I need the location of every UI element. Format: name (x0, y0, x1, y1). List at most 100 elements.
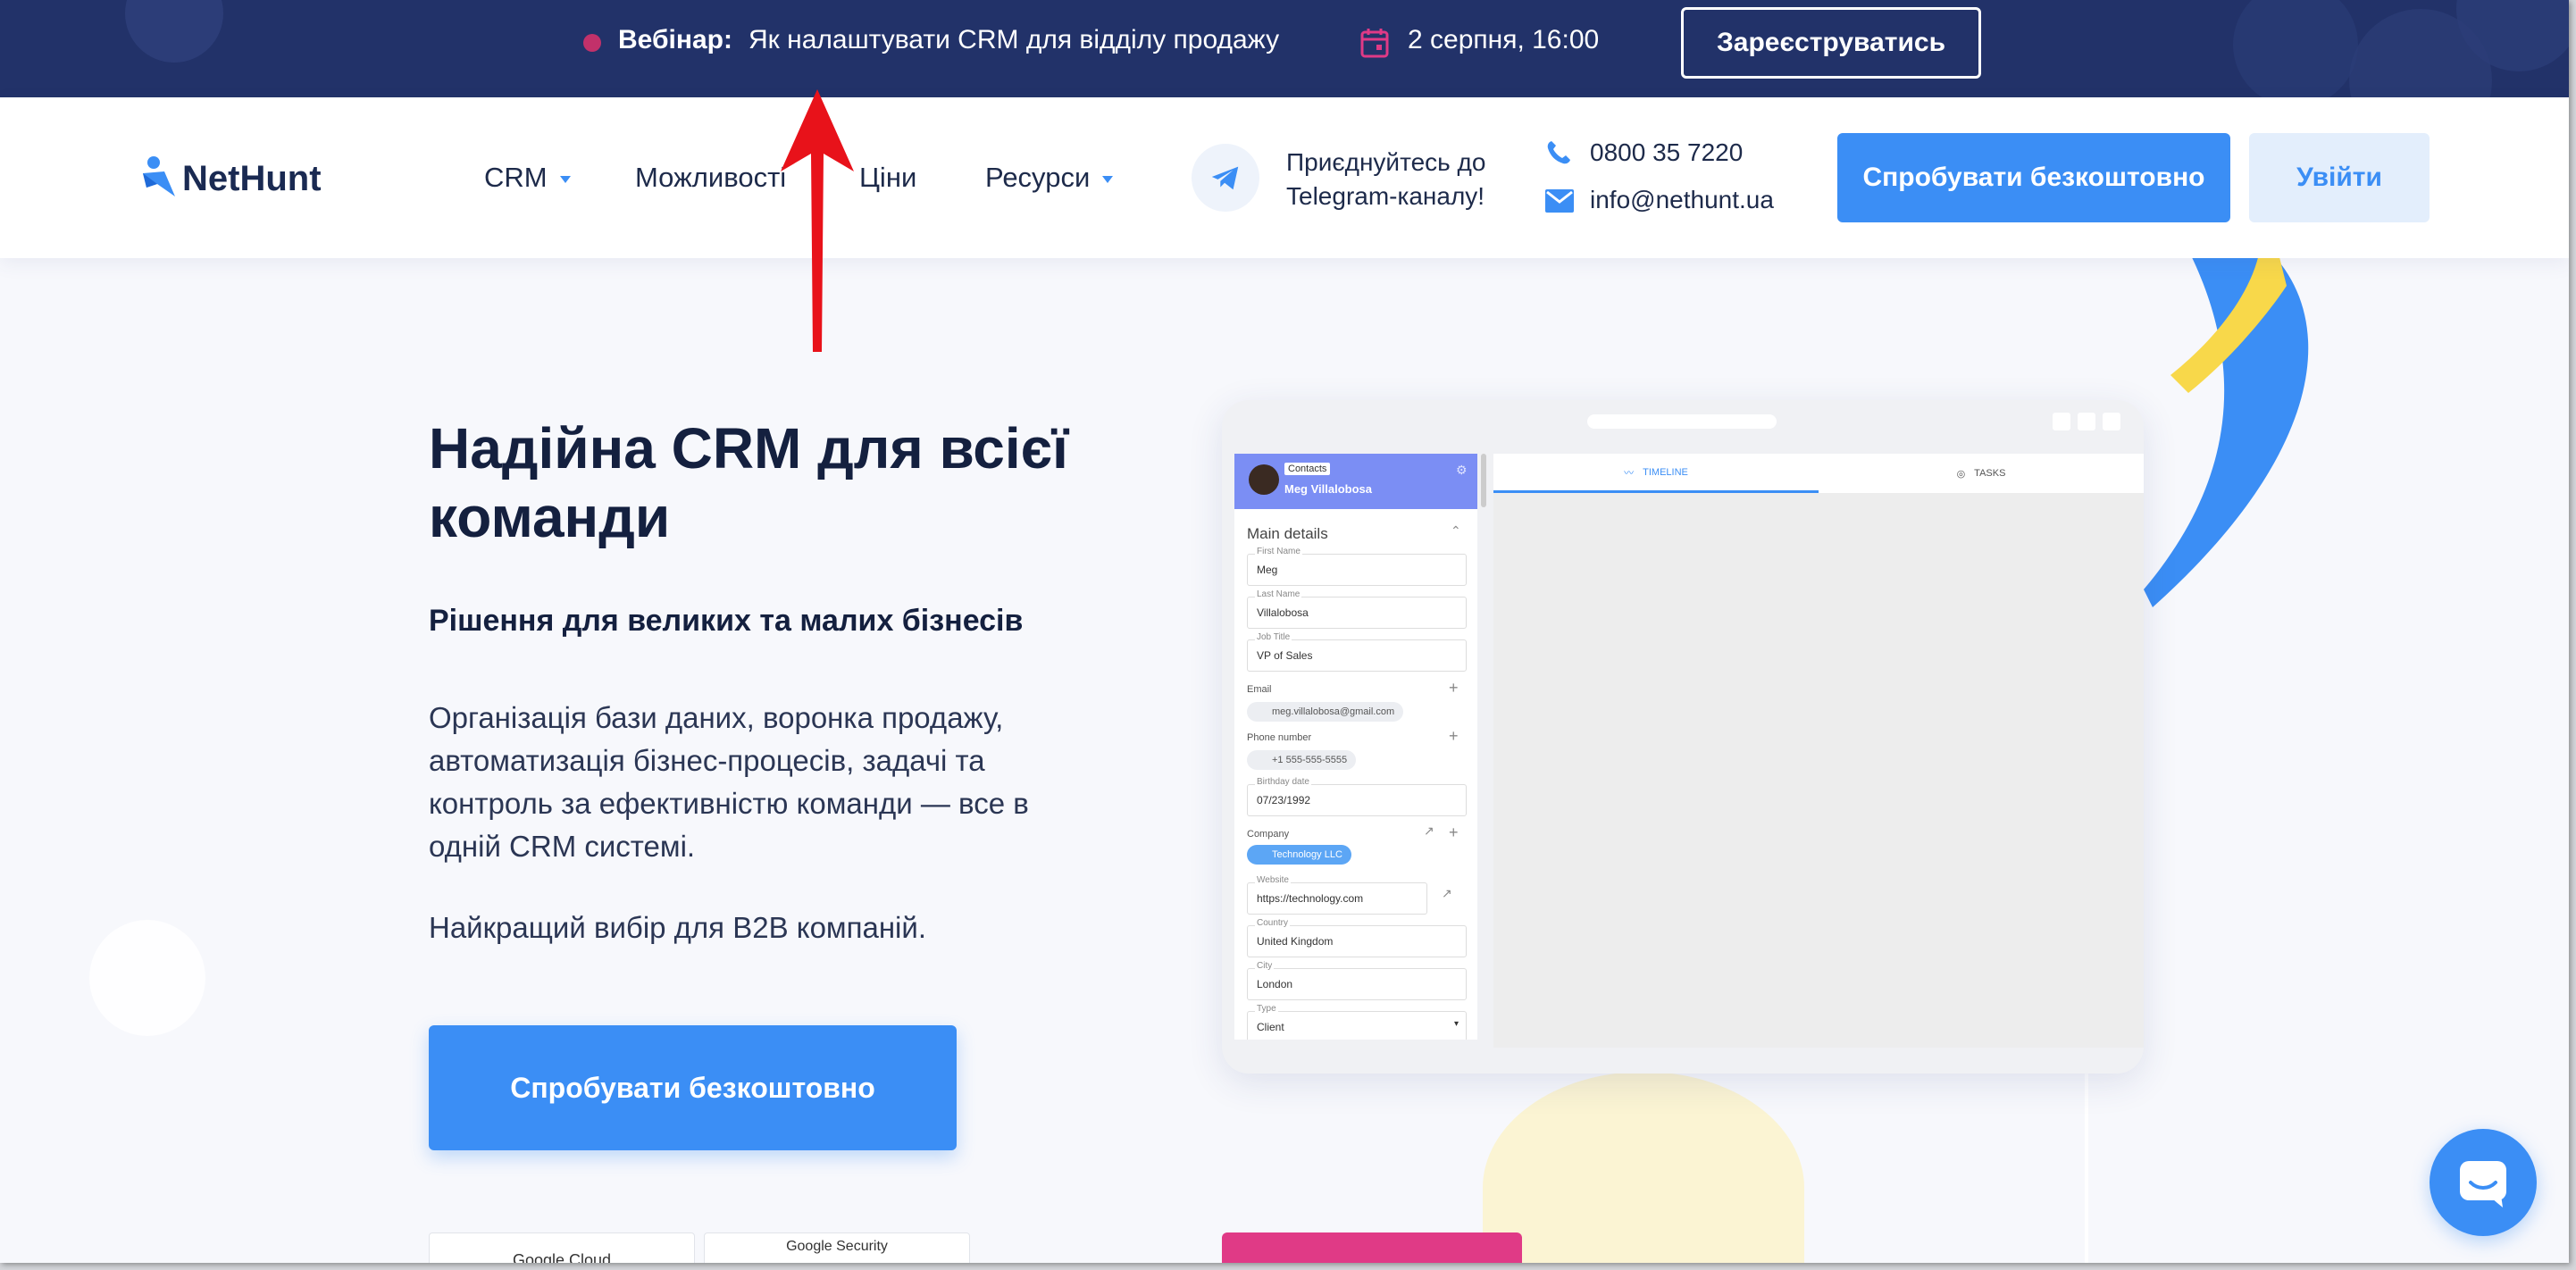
mockup-section-title: Main details (1247, 525, 1328, 542)
pink-cta-button[interactable] (1222, 1232, 1522, 1263)
check-circle-icon: ◎ (1956, 468, 1966, 480)
field-value: VP of Sales (1257, 649, 1313, 662)
decor-circle (89, 920, 205, 1036)
try-free-button[interactable]: Спробувати безкоштовно (1837, 133, 2230, 222)
mockup-window-dot (2078, 413, 2095, 430)
phone-icon (1547, 141, 1570, 164)
mockup-field: Country United Kingdom (1247, 918, 1467, 957)
field-value: https://technology.com (1257, 892, 1364, 905)
nav-item-pricing[interactable]: Ціни (859, 162, 916, 194)
field-label: Birthday date (1255, 777, 1311, 787)
banner-decor-circle (2233, 0, 2358, 97)
chat-widget-button[interactable] (2430, 1129, 2537, 1236)
mockup-tabs: 〰 TIMELINE ◎ TASKS (1493, 454, 2144, 493)
trend-icon: 〰 (1624, 467, 1635, 479)
chevron-up-icon: ⌃ (1451, 523, 1461, 538)
nav-item-resources[interactable]: Ресурси (985, 162, 1114, 194)
login-button[interactable]: Увійти (2249, 133, 2430, 222)
logo-text: NetHunt (182, 159, 322, 198)
banner-label: Вебінар: (618, 25, 732, 54)
mockup-address-bar (1587, 414, 1777, 429)
field-value: Villalobosa (1257, 606, 1309, 619)
mockup-field: First Name Meg (1247, 547, 1467, 586)
external-link-icon: ↗ (1424, 823, 1434, 838)
field-label: Website (1255, 875, 1291, 885)
field-label: First Name (1255, 547, 1302, 556)
mockup-type-select: Type Client ▾ (1247, 1004, 1467, 1040)
mockup-field: Birthday date 07/23/1992 (1247, 777, 1467, 816)
email-chip: meg.villalobosa@gmail.com (1247, 702, 1404, 722)
hero-subtitle: Рішення для великих та малих бізнесів (429, 604, 1024, 638)
plus-icon: + (1449, 823, 1459, 841)
mockup-field: Last Name Villalobosa (1247, 589, 1467, 629)
nav-label: Ресурси (985, 162, 1091, 193)
chevron-down-icon: ▾ (1453, 1019, 1459, 1029)
hero-b2b-text: Найкращий вибір для B2B компаній. (429, 911, 926, 944)
mockup-contact-name: Meg Villalobosa (1284, 482, 1373, 496)
mockup-timeline-panel: 〰 TIMELINE ◎ TASKS (1493, 454, 2144, 1048)
avatar (1249, 464, 1279, 495)
tab-tasks: ◎ TASKS (1819, 454, 2144, 493)
hero-title: Надійна CRM для всієї команди (429, 416, 1068, 549)
google-cloud-badge: Google Cloud (429, 1232, 695, 1263)
field-label: Country (1255, 918, 1291, 928)
field-label: Email (1247, 684, 1272, 695)
crm-mockup: Contacts Meg Villalobosa ⚙ Main details … (1222, 400, 2144, 1074)
banner-decor-circle (125, 0, 223, 63)
field-label: Job Title (1255, 632, 1292, 642)
banner-webinar-title[interactable]: Як налаштувати CRM для відділу продажу (749, 25, 1279, 55)
mockup-field: Website https://technology.com (1247, 875, 1427, 915)
dot-icon (583, 34, 601, 52)
register-button[interactable]: Зареєструватись (1681, 7, 1981, 79)
badge-label: Google Security (786, 1239, 888, 1254)
field-label: Phone number (1247, 732, 1312, 743)
chevron-down-icon (559, 175, 571, 183)
gear-icon: ⚙ (1456, 463, 1468, 477)
tab-label: TIMELINE (1643, 466, 1688, 478)
logo-icon (143, 156, 175, 196)
nav-label: CRM (484, 162, 548, 193)
google-security-badge: Google Security (704, 1232, 970, 1263)
plus-icon: + (1449, 679, 1459, 697)
mockup-contact-panel: Contacts Meg Villalobosa ⚙ Main details … (1234, 454, 1477, 1040)
email-link[interactable]: info@nethunt.ua (1590, 186, 1774, 214)
mockup-field: Job Title VP of Sales (1247, 632, 1467, 672)
tab-label: TASKS (1974, 468, 2006, 479)
field-label: City (1255, 961, 1275, 971)
nav-item-crm[interactable]: CRM (484, 162, 571, 194)
external-link-icon: ↗ (1442, 886, 1452, 900)
field-value: London (1257, 978, 1293, 990)
badge-label: Google Cloud (512, 1251, 612, 1263)
phone-number[interactable]: 0800 35 7220 (1590, 138, 1743, 167)
page-frame: Вебінар: Як налаштувати CRM для відділу … (0, 0, 2569, 1263)
decor-ribbon (2144, 250, 2309, 607)
hero-description: Організація бази даних, воронка продажу,… (429, 701, 1029, 863)
banner-date: 2 серпня, 16:00 (1408, 25, 1600, 54)
chevron-down-icon (1102, 175, 1114, 183)
calendar-icon (1360, 29, 1389, 58)
field-value: Client (1257, 1021, 1284, 1033)
telegram-link[interactable]: Приєднуйтесь до Telegram-каналу! (1286, 146, 1485, 213)
field-value: 07/23/1992 (1257, 794, 1311, 806)
phone-chip: +1 555-555-5555 (1247, 750, 1357, 770)
annotation-arrow (781, 89, 854, 352)
decor-yellow-blob (1483, 1072, 1804, 1263)
nav-label: Ціни (859, 162, 917, 193)
company-chip: Technology LLC (1247, 845, 1351, 865)
mail-icon (1545, 189, 1574, 213)
tab-timeline: 〰 TIMELINE (1493, 454, 1819, 493)
hero-try-free-button[interactable]: Спробувати безкоштовно (429, 1025, 957, 1150)
webinar-banner: Вебінар: Як налаштувати CRM для відділу … (0, 0, 2569, 97)
telegram-line1: Приєднуйтесь до (1286, 148, 1486, 176)
mockup-field: City London (1247, 961, 1467, 1000)
nav-label: Можливості (635, 162, 787, 193)
nav-item-features[interactable]: Можливості (635, 162, 786, 194)
mockup-window-dot (2103, 413, 2120, 430)
field-label: Company (1247, 829, 1290, 840)
telegram-icon[interactable] (1192, 144, 1259, 212)
telegram-line2: Telegram-каналу! (1286, 182, 1485, 210)
nethunt-logo[interactable]: NetHunt (141, 155, 355, 202)
mockup-contact-header: Contacts Meg Villalobosa ⚙ (1234, 454, 1477, 509)
plus-icon: + (1449, 727, 1459, 745)
field-label: Type (1255, 1004, 1278, 1014)
